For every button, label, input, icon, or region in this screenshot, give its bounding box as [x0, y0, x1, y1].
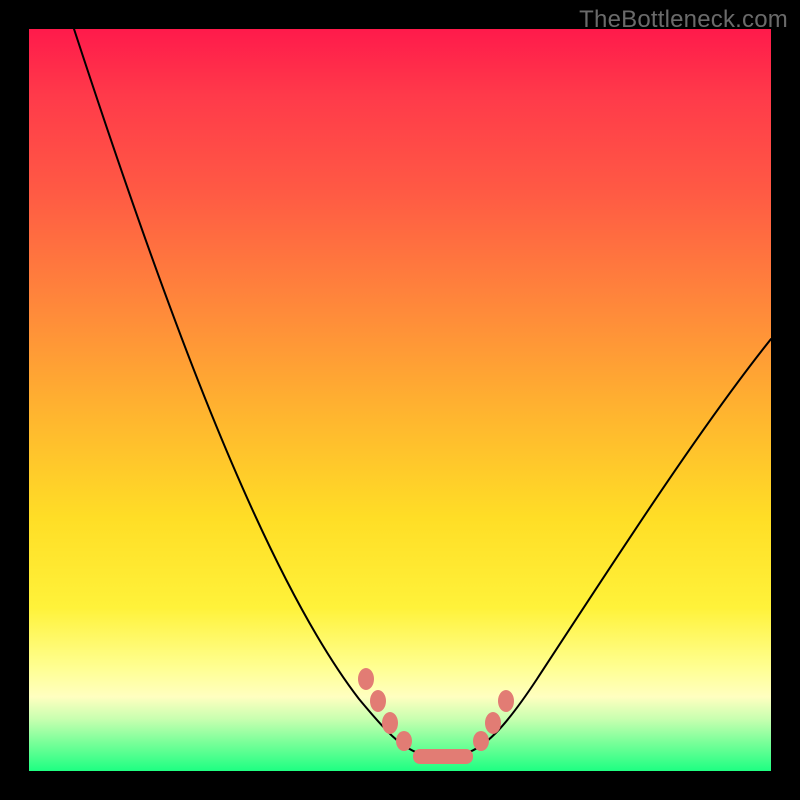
watermark-text: TheBottleneck.com — [579, 6, 788, 34]
marker-bottom-pill — [413, 749, 473, 764]
marker-right-3 — [498, 690, 514, 712]
marker-left-4 — [396, 731, 412, 751]
chart-frame: TheBottleneck.com — [0, 0, 800, 800]
plot-area — [29, 29, 771, 771]
marker-right-1 — [473, 731, 489, 751]
bottleneck-curve-svg — [29, 29, 771, 771]
marker-left-2 — [370, 690, 386, 712]
marker-right-2 — [485, 712, 501, 734]
marker-left-3 — [382, 712, 398, 734]
bottleneck-curve — [74, 29, 771, 755]
marker-left-1 — [358, 668, 374, 690]
